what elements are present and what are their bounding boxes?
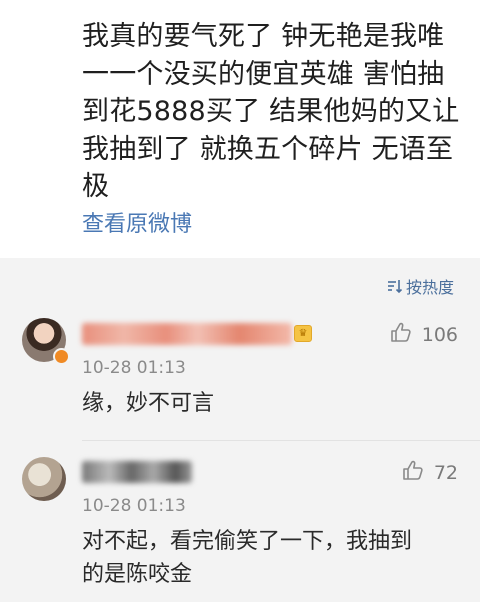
post-text: 我真的要气死了 钟无艳是我唯 一一个没买的便宜英雄 害怕抽 到花5888买了 结…	[82, 21, 460, 202]
thumb-up-icon	[390, 321, 412, 348]
like-count: 72	[433, 461, 458, 484]
thumb-up-icon	[402, 459, 424, 486]
view-original-link[interactable]: 查看原微博	[82, 210, 192, 240]
comment-timestamp: 10-28 01:13	[82, 496, 186, 516]
verified-badge-icon	[53, 348, 70, 365]
comment-text: 缘，妙不可言	[82, 391, 215, 416]
vip-icon: ♛	[294, 325, 312, 342]
post-card: 我真的要气死了 钟无艳是我唯 一一个没买的便宜英雄 害怕抽 到花5888买了 结…	[0, 0, 480, 258]
sort-icon	[387, 278, 403, 294]
divider	[82, 440, 480, 441]
comment-timestamp: 10-28 01:13	[82, 358, 186, 378]
username-blurred[interactable]	[82, 323, 292, 345]
like-button[interactable]: 106	[390, 321, 458, 348]
username-blurred[interactable]	[82, 461, 192, 483]
like-count: 106	[421, 323, 458, 346]
sort-label: 按热度	[405, 278, 454, 297]
like-button[interactable]: 72	[402, 459, 458, 486]
sort-by-popularity-button[interactable]: 按热度	[387, 274, 454, 298]
avatar[interactable]	[22, 457, 66, 501]
comment-text: 对不起，看完偷笑了一下，我抽到 的是陈咬金	[82, 529, 413, 587]
